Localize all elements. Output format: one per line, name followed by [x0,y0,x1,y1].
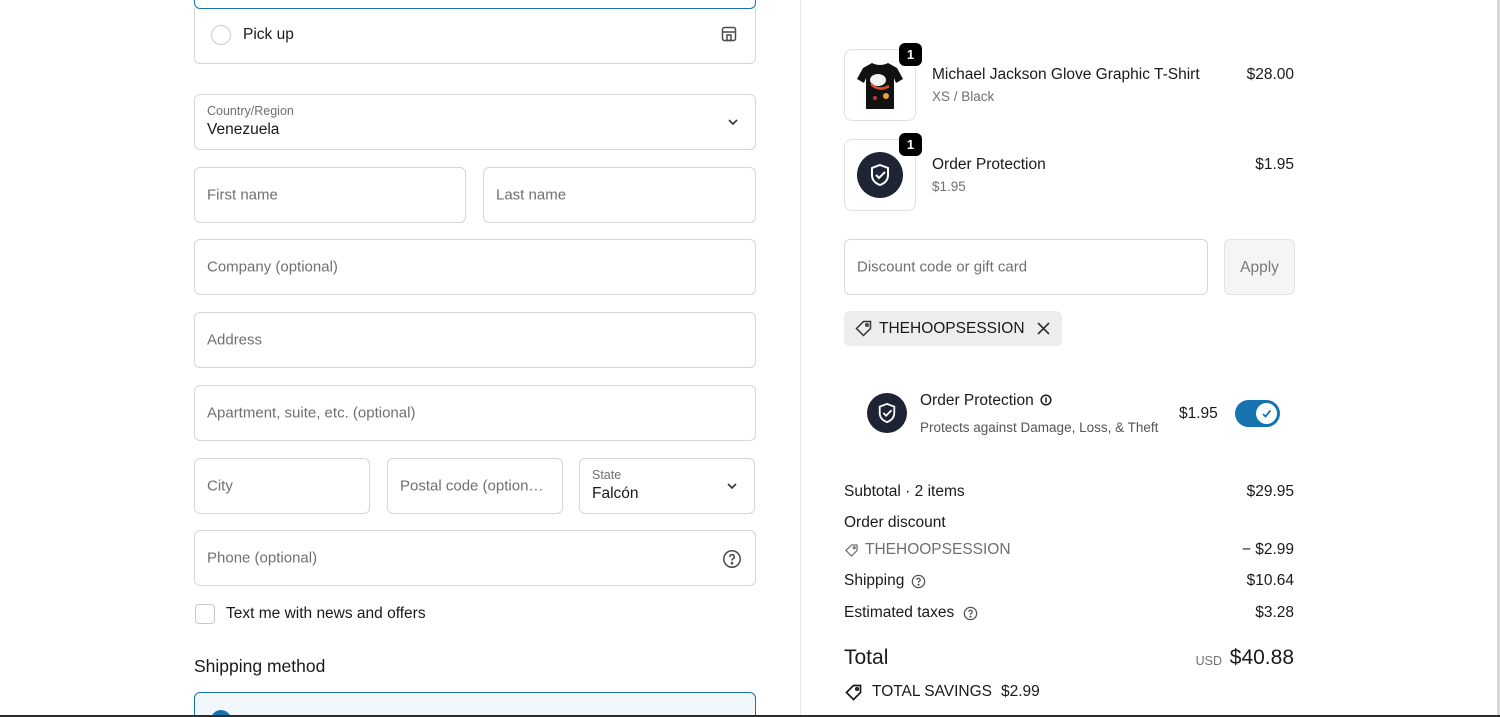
apply-button[interactable]: Apply [1224,239,1295,295]
protection-price: $1.95 [1179,405,1218,422]
order-discount-label: Order discount [844,514,946,531]
item-name: Order Protection [932,156,1046,173]
apartment-field[interactable]: Apartment, suite, etc. (optional) [194,385,756,441]
discount-value: − $2.99 [1241,541,1294,558]
address-field[interactable]: Address [194,312,756,368]
company-placeholder: Company (optional) [207,258,338,276]
help-circle-icon[interactable] [963,606,978,621]
taxes-label: Estimated taxes [844,604,955,621]
country-select[interactable]: Country/Region Venezuela [194,94,756,150]
applied-code-text: THEHOOPSESSION [879,320,1025,337]
toggle-knob [1256,403,1277,424]
pickup-radio[interactable] [211,25,231,45]
quantity-badge: 1 [899,43,922,66]
pickup-option[interactable]: Pick up [194,8,756,64]
protection-toggle[interactable] [1235,400,1280,427]
country-label: Country/Region [207,104,294,118]
quantity-badge: 1 [899,133,922,156]
help-circle-icon[interactable] [911,574,926,589]
country-value: Venezuela [207,121,280,138]
text-me-label: Text me with news and offers [226,605,426,622]
phone-placeholder: Phone (optional) [207,549,318,567]
address-placeholder: Address [207,331,263,349]
phone-field[interactable]: Phone (optional) [194,530,756,586]
state-value: Falcón [592,485,639,502]
state-select[interactable]: State Falcón [579,458,755,514]
shipping-method-heading: Shipping method [194,656,326,676]
shipping-value: $10.64 [1246,572,1294,589]
discount-code-label: THEHOOPSESSION [865,541,1011,558]
last-name-placeholder: Last name [496,186,567,204]
item-name: Michael Jackson Glove Graphic T-Shirt [932,66,1200,83]
subtotal-value: $29.95 [1246,483,1294,500]
state-label: State [592,468,622,482]
postal-code-field[interactable]: Postal code (option… [387,458,563,514]
help-circle-icon[interactable] [722,549,742,569]
checkout-form-column: Pick up Country/Region Venezuela First n… [0,0,800,717]
pickup-label: Pick up [243,26,294,43]
protection-title: Order Protection [920,392,1034,409]
total-value: $40.88 [1229,646,1294,669]
total-currency: USD [1195,654,1222,668]
first-name-field[interactable]: First name [194,167,466,223]
savings-label: TOTAL SAVINGS [872,683,993,700]
shipping-label: Shipping [844,572,905,589]
discount-code-field[interactable]: Discount code or gift card [844,239,1208,295]
close-icon[interactable] [1036,321,1051,336]
order-summary-column: 1 Michael Jackson Glove Graphic T-Shirt … [800,0,1500,717]
item-variant: $1.95 [932,179,966,194]
item-price: $1.95 [1255,156,1294,173]
check-icon [1262,409,1272,418]
protection-logo [867,393,907,433]
applied-code-chip: THEHOOPSESSION [844,311,1062,346]
total-label: Total [844,646,889,669]
shipping-option-selected[interactable] [194,692,756,717]
protection-subtitle: Protects against Damage, Loss, & Theft [920,420,1159,435]
subtotal-label: Subtotal · 2 items [844,483,965,500]
store-icon [721,26,737,42]
chevron-down-icon [728,119,738,126]
city-field[interactable]: City [194,458,370,514]
savings-tag-icon [845,684,862,701]
info-icon[interactable] [1040,394,1052,406]
postal-code-placeholder: Postal code (option… [400,477,544,495]
shield-check-icon [878,402,896,424]
item-variant: XS / Black [932,89,995,104]
discount-code-placeholder: Discount code or gift card [857,258,1028,276]
tag-icon [845,544,858,557]
last-name-field[interactable]: Last name [483,167,756,223]
company-field[interactable]: Company (optional) [194,239,756,295]
city-placeholder: City [207,477,233,495]
tag-icon [855,320,872,337]
shield-check-icon [871,163,889,187]
taxes-value: $3.28 [1255,604,1294,621]
shield-logo [857,152,903,198]
item-price: $28.00 [1246,66,1294,83]
apartment-placeholder: Apartment, suite, etc. (optional) [207,404,416,422]
first-name-placeholder: First name [207,186,278,204]
chevron-down-icon [727,483,737,490]
savings-value: $2.99 [1001,683,1040,700]
text-me-checkbox[interactable] [195,604,215,624]
